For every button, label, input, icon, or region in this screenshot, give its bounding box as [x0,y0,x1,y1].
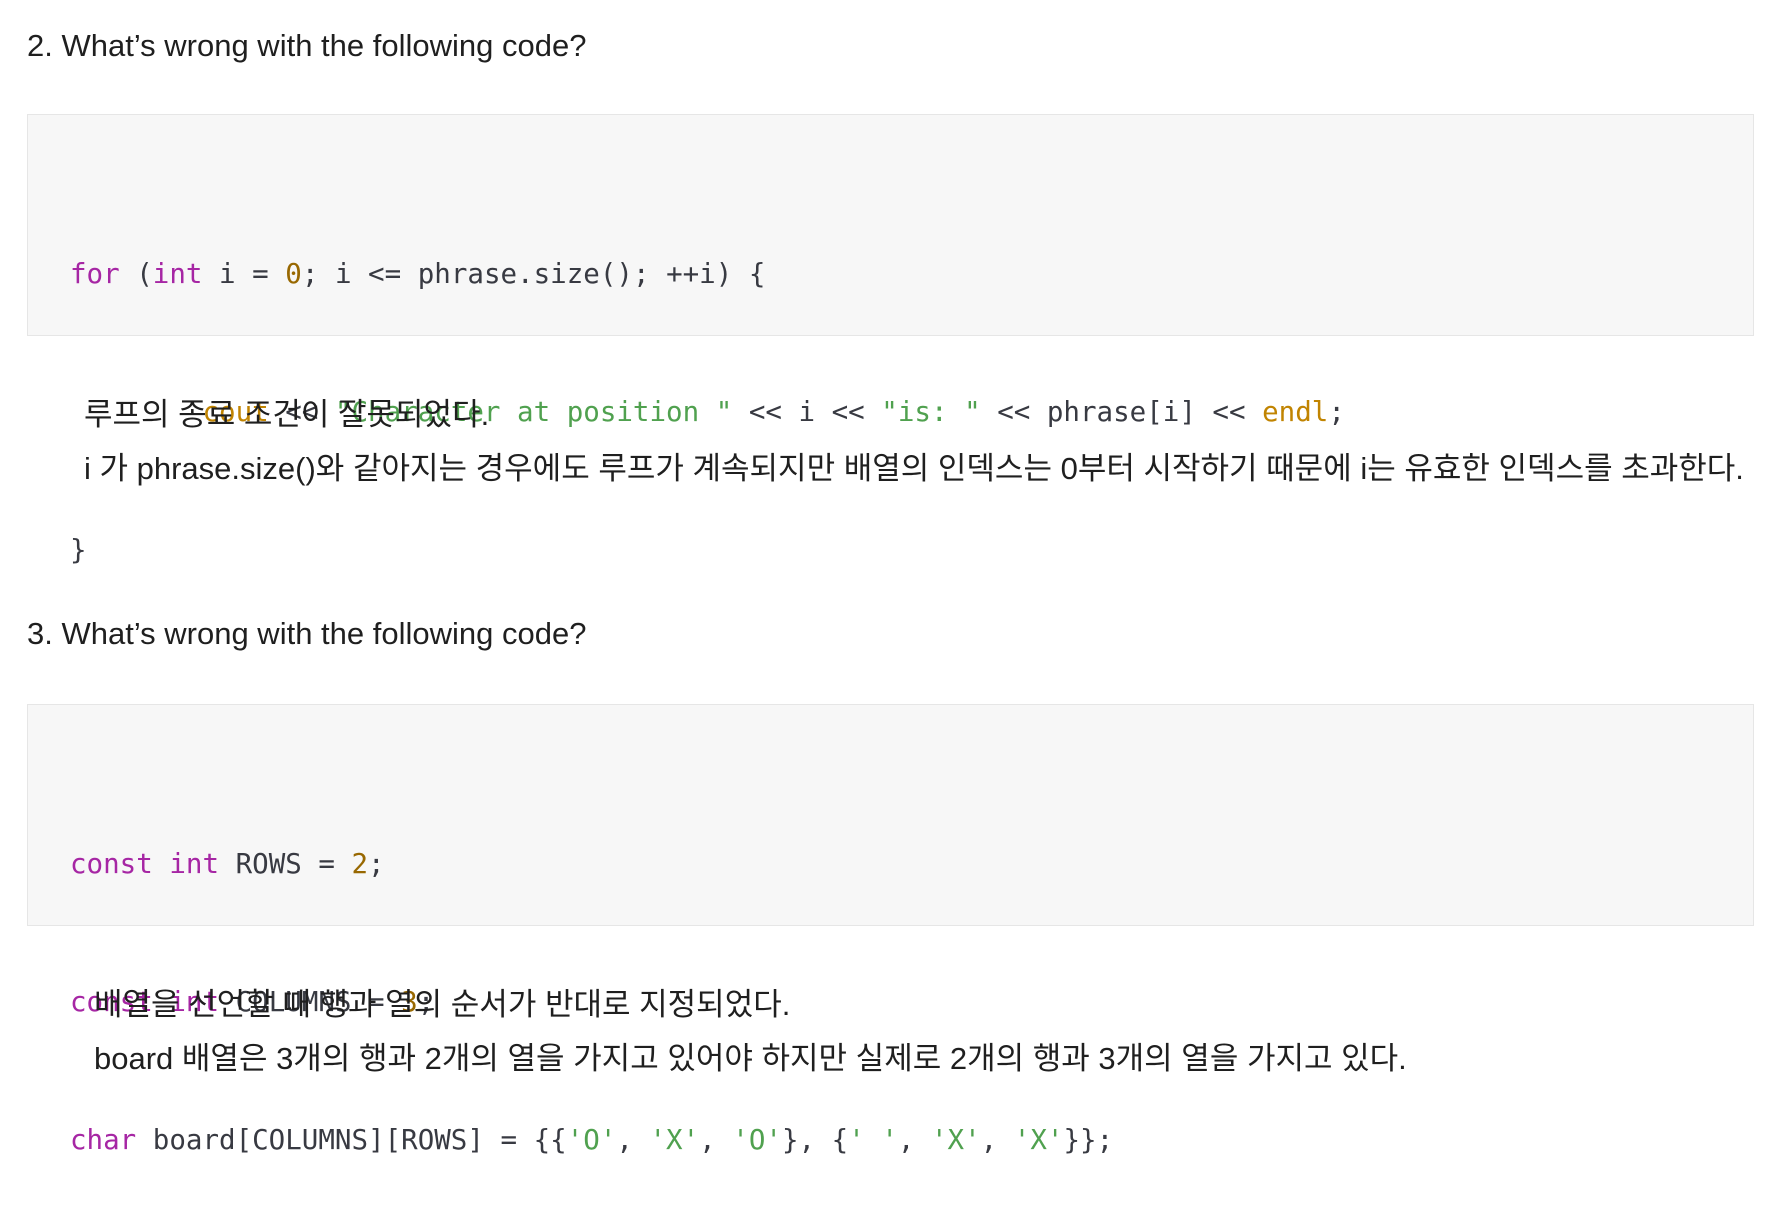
code-token: 'X' [1013,1124,1064,1156]
code-token: const [70,848,153,880]
code-line: char board[COLUMNS][ROWS] = {{'O', 'X', … [70,1117,1753,1163]
code-token: int [169,848,220,880]
code-token: ' ' [848,1124,898,1156]
code-token: board[COLUMNS][ROWS] = {{ [136,1124,567,1156]
question-2-title: 2. What’s wrong with the following code? [27,28,587,63]
code-token: ( [119,258,153,290]
answer-line: board 배열은 3개의 행과 2개의 열을 가지고 있어야 하지만 실제로 … [94,1041,1407,1076]
answer-line: i 가 phrase.size()와 같아지는 경우에도 루프가 계속되지만 배… [84,451,1744,486]
answer-q3: 배열을 선언할 때 행과 열의 순서가 반대로 지정되었다. board 배열은… [94,978,1407,1086]
code-token: , [699,1124,733,1156]
code-line: for (int i = 0; i <= phrase.size(); ++i)… [70,251,1753,297]
code-token: ROWS = [219,848,352,880]
answer-line: 루프의 종료 조건이 잘못되었다. [84,397,490,432]
code-token: 'X' [649,1124,700,1156]
code-token: 2 [351,848,369,880]
code-token: 'X' [931,1124,981,1156]
code-token: char [70,1124,137,1156]
code-token: , [897,1124,931,1156]
answer-q2: 루프의 종료 조건이 잘못되었다. i 가 phrase.size()와 같아지… [84,388,1744,496]
code-block-q3: const int ROWS = 2; const int COLUMNS = … [27,704,1754,1156]
code-block-q2: for (int i = 0; i <= phrase.size(); ++i)… [27,114,1754,566]
code-token: ; [368,848,385,880]
code-token: int [152,258,203,290]
code-token: for [70,258,120,290]
question-3-title: 3. What’s wrong with the following code? [27,616,587,651]
answer-line: 배열을 선언할 때 행과 열의 순서가 반대로 지정되었다. [94,987,791,1022]
code-token: 'O' [566,1124,617,1156]
code-token: , [980,1124,1014,1156]
code-token: ; i <= phrase.size(); ++i) { [301,258,766,290]
code-token: 0 [285,258,302,290]
code-token: , [616,1124,650,1156]
code-token: } [70,534,87,566]
code-line: } [70,527,1753,573]
code-token: 'O' [732,1124,782,1156]
code-token: }}; [1063,1124,1114,1156]
code-token: i = [202,258,286,290]
code-line: const int ROWS = 2; [70,841,1753,887]
code-token: }, { [781,1124,849,1156]
